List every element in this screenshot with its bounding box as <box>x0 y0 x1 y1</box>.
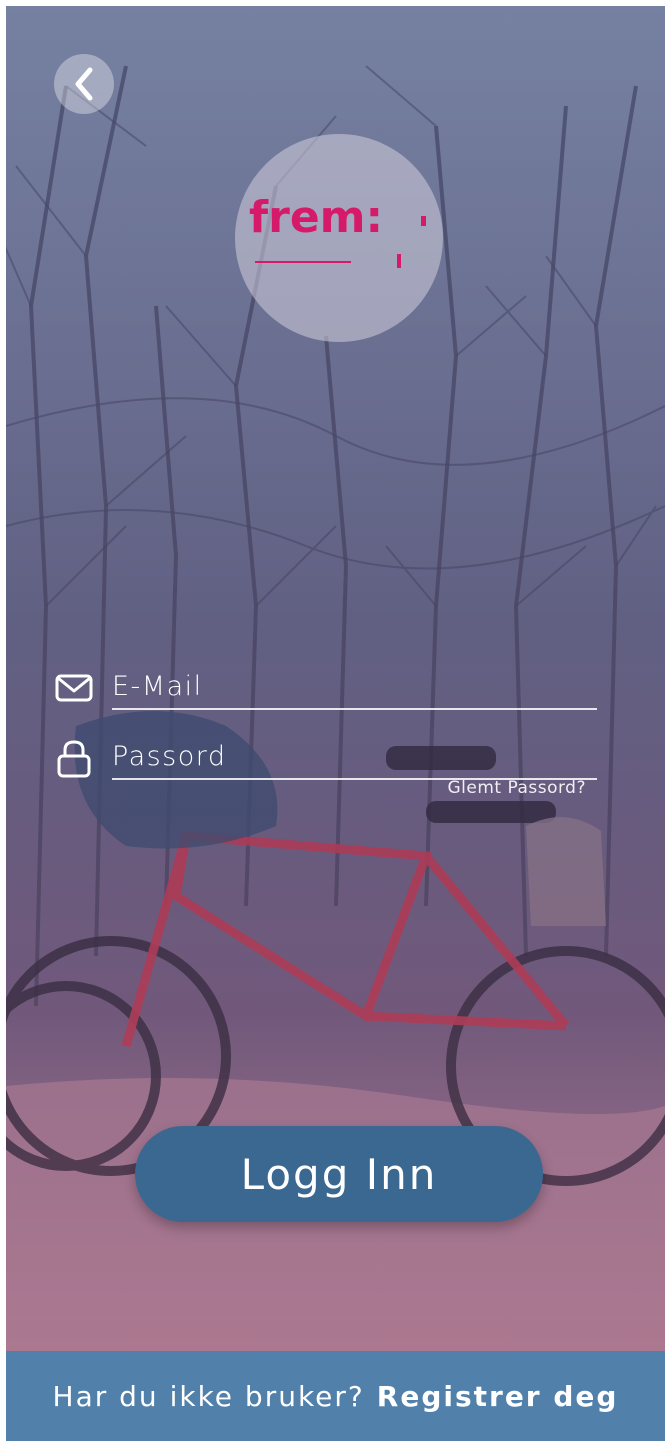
mail-icon <box>55 674 93 702</box>
register-footer: Har du ikke bruker? Registrer deg <box>6 1351 665 1441</box>
email-input[interactable]: E-Mail <box>112 668 592 706</box>
logo-tick <box>397 254 401 268</box>
password-input[interactable]: Passord <box>112 738 592 776</box>
forgot-password-link[interactable]: Glemt Passord? <box>386 778 586 798</box>
logo-dot <box>421 216 426 226</box>
login-button[interactable]: Logg Inn <box>135 1126 543 1222</box>
logo-text: frem: <box>249 192 384 243</box>
login-screen: frem: E-Mail Passord Glemt Passord? Logg… <box>6 6 665 1441</box>
chevron-left-icon <box>75 67 93 101</box>
back-button[interactable] <box>54 54 114 114</box>
email-underline <box>112 708 597 710</box>
logo-underline <box>255 261 351 263</box>
register-prompt: Har du ikke bruker? <box>52 1379 365 1413</box>
register-link[interactable]: Registrer deg <box>377 1380 619 1413</box>
password-field[interactable]: Passord <box>54 738 599 780</box>
logo: frem: <box>235 134 443 342</box>
email-field[interactable]: E-Mail <box>54 668 599 710</box>
lock-icon <box>57 740 91 778</box>
